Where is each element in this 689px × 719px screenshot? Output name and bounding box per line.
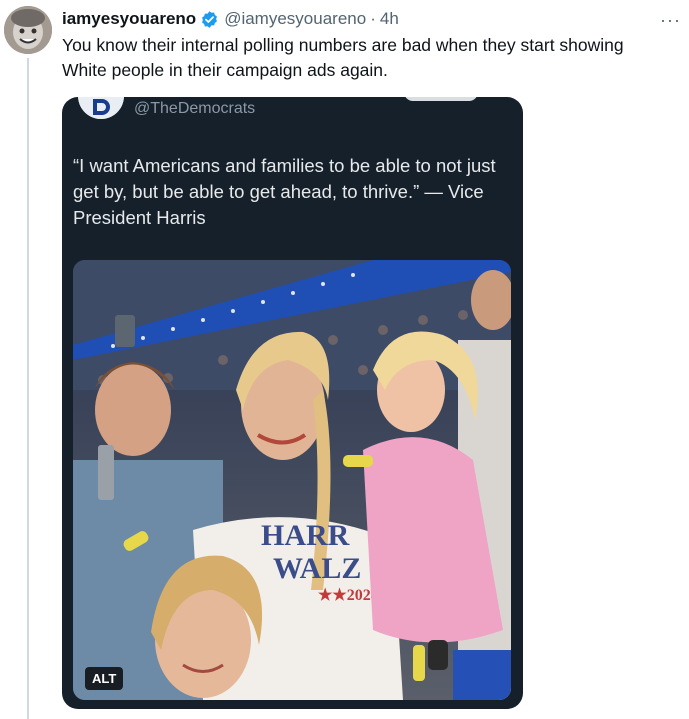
alt-text-badge[interactable]: ALT <box>85 667 124 690</box>
author-handle[interactable]: @iamyesyouareno <box>224 9 366 29</box>
post-header: iamyesyouareno @iamyesyouareno · 4h <box>62 8 399 30</box>
quoted-text: “I want Americans and families to be abl… <box>73 155 496 228</box>
quoted-post-card[interactable]: @TheDemocrats “I want Americans and fami… <box>62 97 523 709</box>
post-timestamp[interactable]: 4h <box>380 9 399 29</box>
verified-badge-icon <box>202 10 218 28</box>
svg-text:★★2024: ★★2024 <box>318 587 379 604</box>
democrats-logo-shape <box>78 97 124 119</box>
post-text: You know their internal polling numbers … <box>62 35 624 80</box>
avatar-image <box>4 6 52 54</box>
quoted-handle[interactable]: @TheDemocrats <box>134 100 255 118</box>
svg-text:HARR: HARR <box>261 519 350 552</box>
thread-line <box>27 58 29 719</box>
svg-text:WALZ: WALZ <box>273 552 361 585</box>
democrats-logo-icon <box>78 97 124 119</box>
more-options-icon[interactable]: ··· <box>660 10 681 31</box>
author-avatar[interactable] <box>4 6 52 54</box>
separator-dot: · <box>370 9 376 28</box>
quoted-photo[interactable]: HARR WALZ ★★2024 ALT <box>73 260 511 700</box>
rally-crowd-illustration: HARR WALZ ★★2024 <box>73 260 511 700</box>
quoted-follow-pill <box>404 97 478 101</box>
author-name[interactable]: iamyesyouareno <box>62 9 196 29</box>
